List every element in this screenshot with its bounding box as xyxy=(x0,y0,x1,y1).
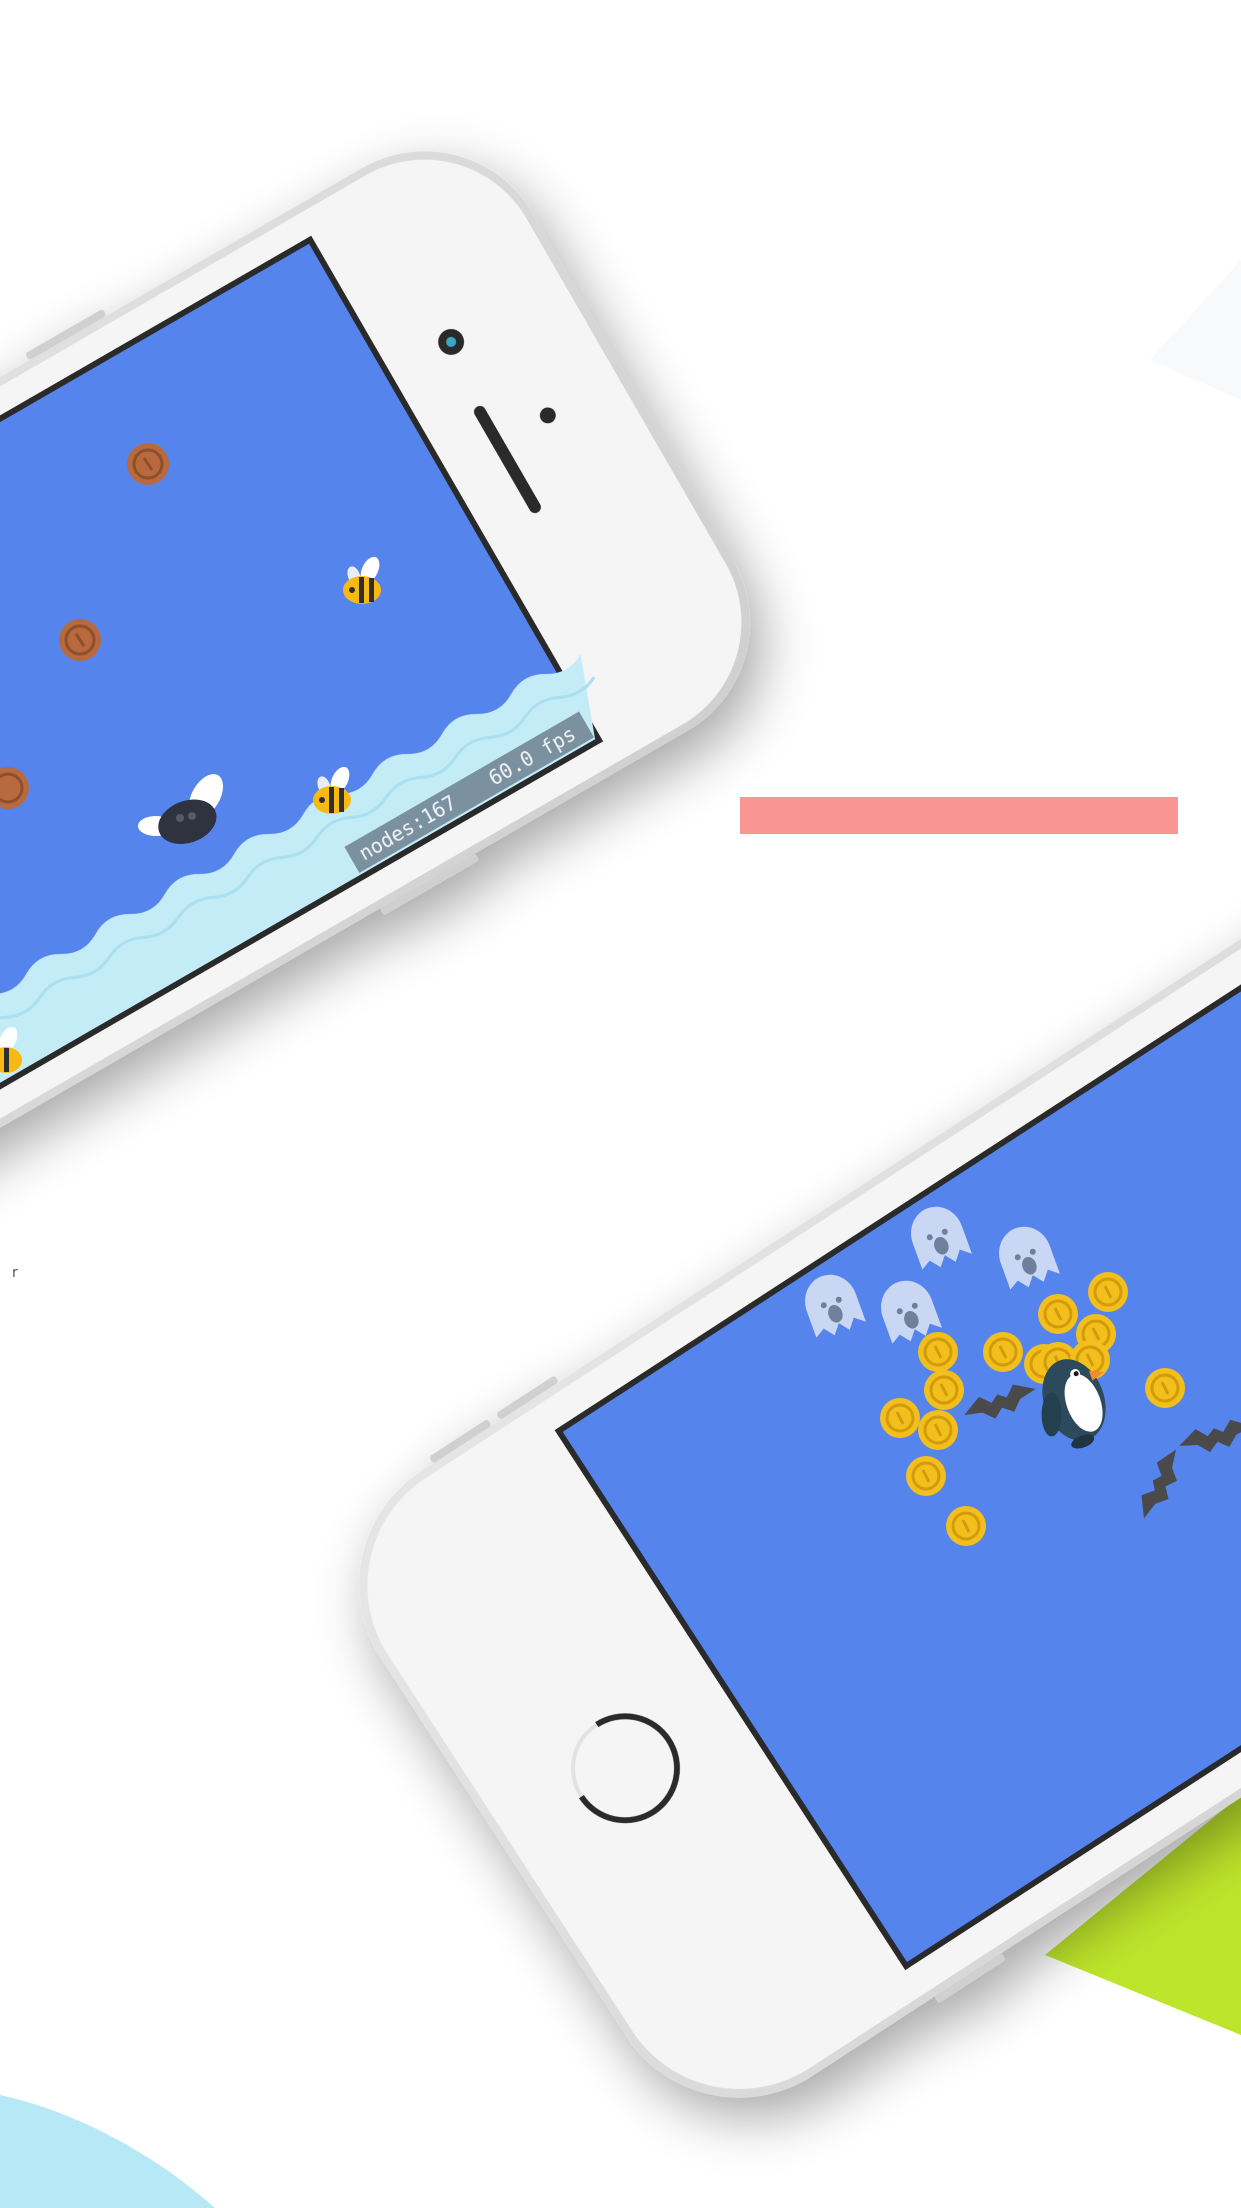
gold-coin xyxy=(918,1410,958,1450)
faint-shape xyxy=(1150,260,1241,400)
app-store-screenshot: nodes:167 60.0 fps r xyxy=(0,0,1241,2208)
gold-coin xyxy=(1088,1272,1128,1312)
gold-coin xyxy=(880,1398,920,1438)
gold-coin xyxy=(906,1456,946,1496)
scene: nodes:167 60.0 fps r xyxy=(0,151,1241,2208)
copper-coin xyxy=(59,619,101,661)
gold-coin xyxy=(918,1332,958,1372)
gold-coin xyxy=(946,1506,986,1546)
gold-coin xyxy=(1145,1368,1185,1408)
copper-coin xyxy=(127,443,169,485)
gold-coin xyxy=(983,1332,1023,1372)
phone-top: nodes:167 60.0 fps xyxy=(0,151,750,1178)
gold-coin xyxy=(924,1370,964,1410)
gold-coin xyxy=(1038,1294,1078,1334)
sky-shape xyxy=(0,2095,215,2208)
stray-mark: r xyxy=(12,1265,18,1281)
coral-bar xyxy=(740,797,1178,834)
